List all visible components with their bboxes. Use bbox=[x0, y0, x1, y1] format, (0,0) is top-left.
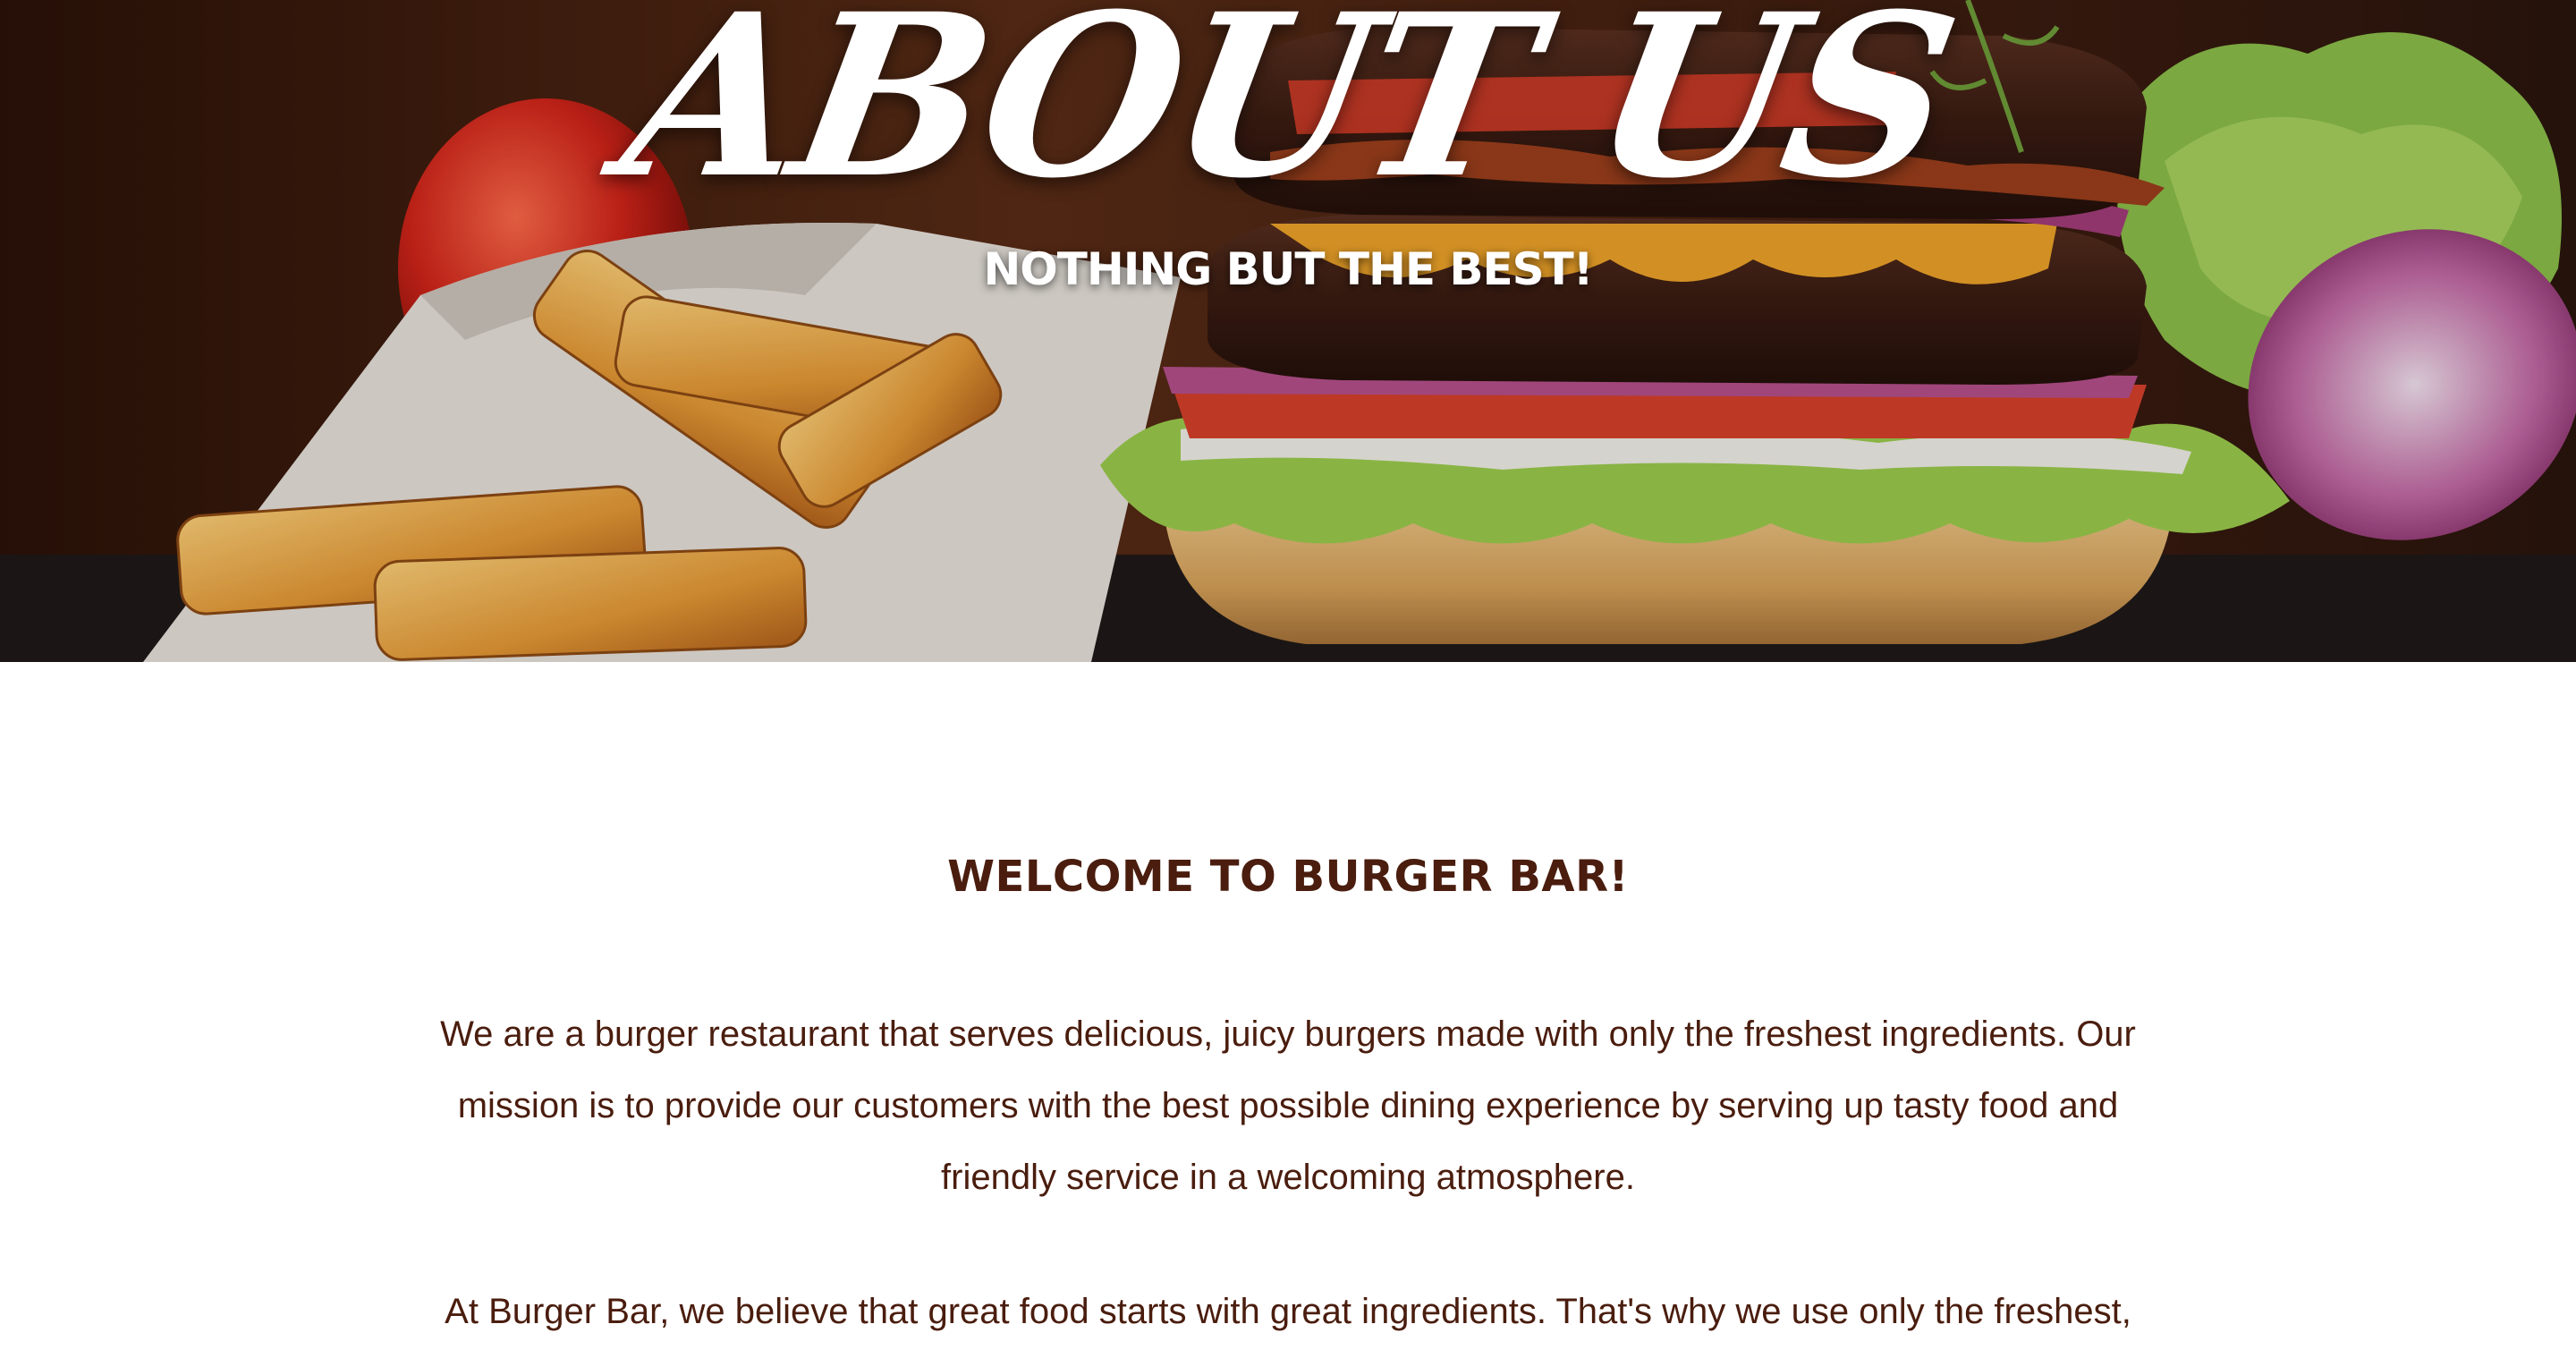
welcome-section: WELCOME TO BURGER BAR! We are a burger r… bbox=[0, 662, 2576, 1358]
hero-title: ABOUT US bbox=[607, 0, 1969, 227]
hero-subtitle: NOTHING BUT THE BEST! bbox=[983, 243, 1593, 295]
welcome-heading: WELCOME TO BURGER BAR! bbox=[947, 851, 1629, 902]
welcome-paragraph-2: At Burger Bar, we believe that great foo… bbox=[445, 1292, 2131, 1331]
about-page: ABOUT US NOTHING BUT THE BEST! WELCOME T… bbox=[0, 0, 2576, 1358]
hero-banner: ABOUT US NOTHING BUT THE BEST! bbox=[0, 0, 2576, 662]
welcome-paragraph-1: We are a burger restaurant that serves d… bbox=[440, 1014, 2136, 1197]
